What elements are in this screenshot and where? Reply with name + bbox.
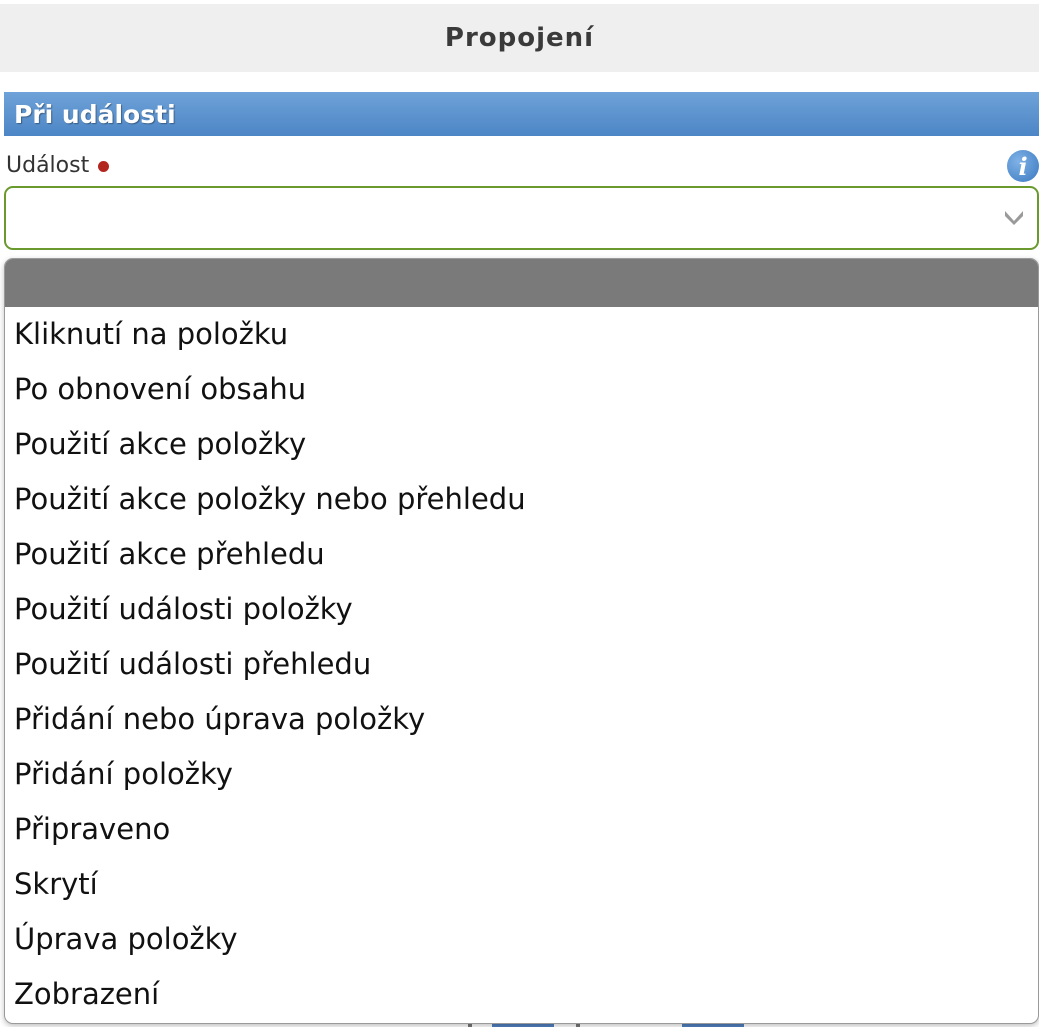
dropdown-option[interactable]: Použití události položky <box>5 582 1038 637</box>
title-bar: Propojení <box>0 4 1039 72</box>
required-indicator-icon <box>98 160 110 172</box>
chevron-down-icon <box>1005 211 1023 225</box>
event-select[interactable] <box>4 186 1039 250</box>
dropdown-option-empty[interactable] <box>5 259 1038 307</box>
dropdown-option[interactable]: Úprava položky <box>5 912 1038 967</box>
dropdown-option[interactable]: Použití události přehledu <box>5 637 1038 692</box>
dropdown-option[interactable]: Po obnovení obsahu <box>5 362 1038 417</box>
event-field-label: Událost <box>6 150 110 180</box>
dropdown-option[interactable]: Skrytí <box>5 857 1038 912</box>
dropdown-option[interactable]: Přidání položky <box>5 747 1038 802</box>
dropdown-option[interactable]: Použití akce položky nebo přehledu <box>5 472 1038 527</box>
event-dropdown-list[interactable]: Kliknutí na položku Po obnovení obsahu P… <box>4 258 1039 1024</box>
section-header: Při události <box>4 92 1039 136</box>
dropdown-option[interactable]: Zobrazení <box>5 967 1038 1022</box>
dropdown-option[interactable]: Přidání nebo úprava položky <box>5 692 1038 747</box>
info-icon[interactable]: i <box>1007 150 1039 182</box>
dropdown-option[interactable]: Použití akce přehledu <box>5 527 1038 582</box>
dropdown-option[interactable]: Použití akce položky <box>5 417 1038 472</box>
dropdown-option[interactable]: Připraveno <box>5 802 1038 857</box>
page: Propojení Při události Událost i Kliknut… <box>0 0 1039 1027</box>
page-title: Propojení <box>444 23 595 53</box>
dropdown-option[interactable]: Kliknutí na položku <box>5 307 1038 362</box>
event-label-text: Událost <box>6 152 90 178</box>
section-title: Při události <box>14 99 176 129</box>
dropdown-options: Kliknutí na položku Po obnovení obsahu P… <box>5 307 1038 1022</box>
